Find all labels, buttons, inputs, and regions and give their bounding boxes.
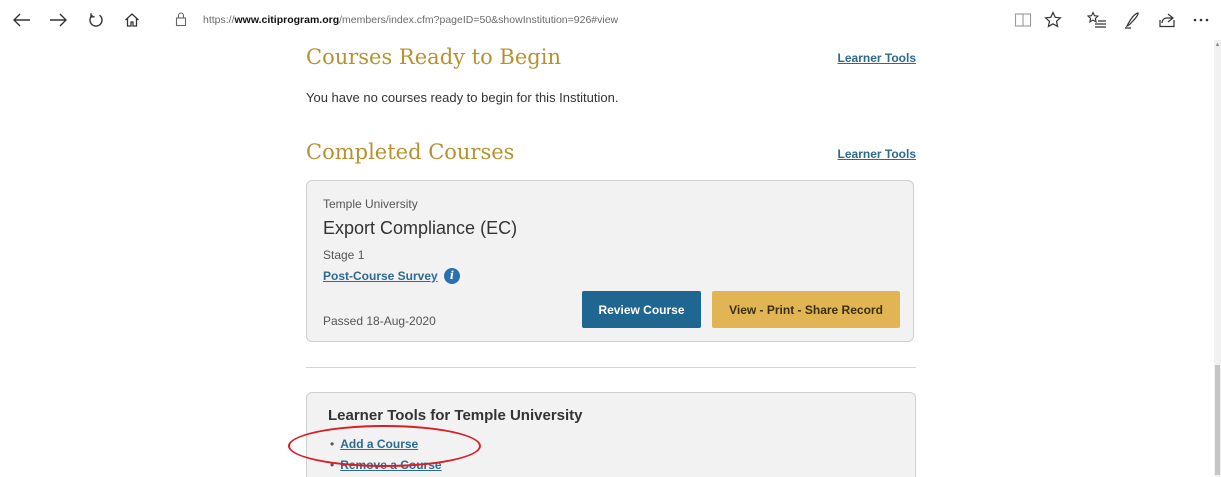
refresh-button[interactable] [80,0,112,40]
share-icon [1159,13,1175,28]
bullet-icon: • [330,437,335,451]
info-icon[interactable]: i [444,268,460,284]
home-button[interactable] [116,0,148,40]
completed-course-card: Temple University Export Compliance (EC)… [306,180,914,342]
bullet-icon: • [330,458,335,472]
arrow-left-icon [13,13,30,27]
completed-courses-title: Completed Courses [306,140,515,164]
list-item: • Add a Course [330,437,442,458]
page-content: Courses Ready to Begin Learner Tools You… [0,40,1214,477]
courses-ready-title: Courses Ready to Begin [306,45,561,69]
browser-toolbar: https://www.citiprogram.org/members/inde… [0,0,1221,40]
view-print-share-record-button[interactable]: View - Print - Share Record [712,291,900,328]
pen-icon [1125,12,1139,29]
book-icon [1014,13,1032,27]
post-course-survey-link[interactable]: Post-Course Survey [323,269,438,283]
course-status: Passed 18-Aug-2020 [323,314,436,328]
url-text: https://www.citiprogram.org/members/inde… [203,14,619,26]
refresh-icon [89,13,103,27]
favorites-hub-button[interactable] [1082,0,1112,40]
scroll-thumb[interactable] [1215,365,1220,475]
arrow-right-icon [50,13,67,27]
learner-tools-link-completed[interactable]: Learner Tools [836,147,916,161]
more-button[interactable] [1186,0,1216,40]
learner-tools-heading: Learner Tools for Temple University [328,407,583,424]
learner-tools-panel: Learner Tools for Temple University • Add… [306,392,916,477]
remove-a-course-link[interactable]: Remove a Course [340,458,441,472]
learner-tools-list: • Add a Course • Remove a Course [330,437,442,477]
review-course-button[interactable]: Review Course [582,291,701,328]
section-divider [306,367,916,368]
web-notes-button[interactable] [1118,0,1148,40]
favorites-list-icon [1087,11,1106,28]
back-button[interactable] [6,0,38,40]
share-button[interactable] [1152,0,1182,40]
star-icon [1044,11,1062,28]
no-courses-message: You have no courses ready to begin for t… [306,90,619,105]
course-title: Export Compliance (EC) [323,218,518,238]
lock-icon [175,11,187,32]
add-a-course-link[interactable]: Add a Course [340,437,418,451]
list-item: • Remove a Course [330,458,442,477]
course-stage: Stage 1 [323,248,365,262]
forward-button[interactable] [42,0,74,40]
reading-view-button[interactable] [1008,0,1038,40]
course-institution: Temple University [323,197,418,211]
browser-window: https://www.citiprogram.org/members/inde… [0,0,1221,477]
scroll-up-icon[interactable]: ▲ [1214,42,1221,48]
add-favorite-button[interactable] [1038,0,1068,40]
more-icon [1193,18,1209,22]
vertical-scrollbar[interactable]: ▲ [1214,40,1221,477]
home-icon [125,13,139,27]
learner-tools-link-ready[interactable]: Learner Tools [836,51,916,65]
